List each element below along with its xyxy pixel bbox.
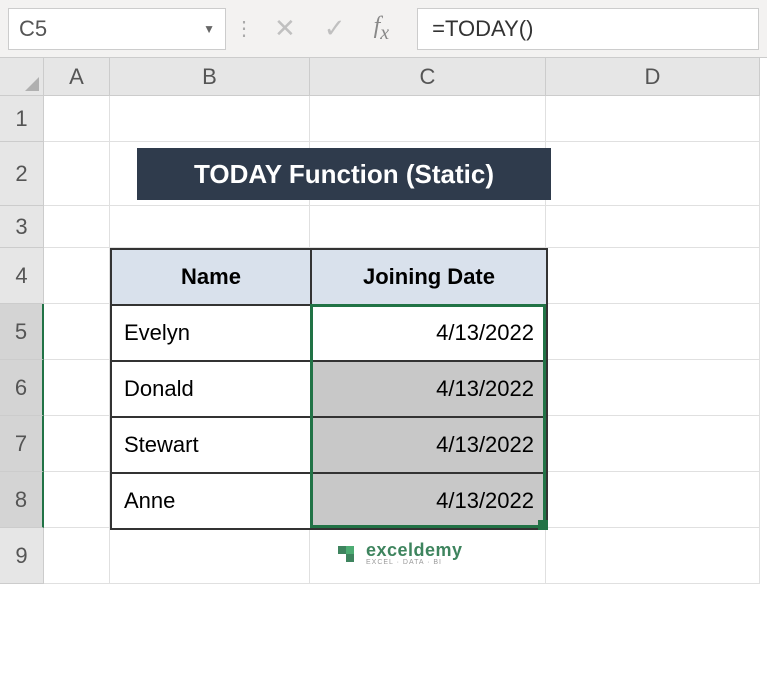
grid-body[interactable]: TODAY Function (Static) Name Joining Dat…	[44, 96, 760, 584]
formula-input[interactable]: =TODAY()	[417, 8, 759, 50]
fx-icon[interactable]: fx	[374, 13, 390, 45]
table-row: Stewart 4/13/2022	[111, 417, 547, 473]
table-row: Anne 4/13/2022	[111, 473, 547, 529]
cell-date[interactable]: 4/13/2022	[311, 361, 547, 417]
row-header-8[interactable]: 8	[0, 472, 44, 528]
table-row: Evelyn 4/13/2022	[111, 305, 547, 361]
watermark: exceldemy EXCEL · DATA · BI	[334, 541, 463, 566]
row-header-3[interactable]: 3	[0, 206, 44, 248]
cell-name[interactable]: Donald	[111, 361, 311, 417]
row-header-7[interactable]: 7	[0, 416, 44, 472]
watermark-main: exceldemy	[366, 541, 463, 559]
cancel-icon[interactable]: ✕	[274, 13, 296, 44]
row-header-2[interactable]: 2	[0, 142, 44, 206]
formula-text: =TODAY()	[432, 16, 533, 42]
col-header-c[interactable]: C	[310, 58, 546, 96]
formula-icon-group: ✕ ✓ fx	[260, 13, 403, 45]
formula-bar: C5 ▼ ⋮ ✕ ✓ fx =TODAY()	[0, 0, 767, 58]
row-header-9[interactable]: 9	[0, 528, 44, 584]
sheet-area: A B C D 1 2 3 4 5 6 7 8 9	[0, 58, 767, 584]
row-header-1[interactable]: 1	[0, 96, 44, 142]
cell-name[interactable]: Stewart	[111, 417, 311, 473]
row-header-5[interactable]: 5	[0, 304, 44, 360]
select-all-corner[interactable]	[0, 58, 44, 96]
row-header-4[interactable]: 4	[0, 248, 44, 304]
watermark-sub: EXCEL · DATA · BI	[366, 559, 463, 566]
col-header-a[interactable]: A	[44, 58, 110, 96]
data-table: Name Joining Date Evelyn 4/13/2022 Donal…	[110, 248, 548, 530]
col-header-d[interactable]: D	[546, 58, 760, 96]
chevron-down-icon[interactable]: ▼	[203, 22, 215, 36]
cell-name[interactable]: Anne	[111, 473, 311, 529]
name-box-value: C5	[19, 16, 47, 42]
cell-date[interactable]: 4/13/2022	[311, 473, 547, 529]
col-header-b[interactable]: B	[110, 58, 310, 96]
cell-name[interactable]: Evelyn	[111, 305, 311, 361]
row-headers: 1 2 3 4 5 6 7 8 9	[0, 96, 44, 584]
cell-date[interactable]: 4/13/2022	[311, 417, 547, 473]
row-header-6[interactable]: 6	[0, 360, 44, 416]
column-headers: A B C D	[44, 58, 760, 96]
table-header-name[interactable]: Name	[111, 249, 311, 305]
table-row: Donald 4/13/2022	[111, 361, 547, 417]
cell-date[interactable]: 4/13/2022	[311, 305, 547, 361]
page-title: TODAY Function (Static)	[137, 148, 551, 200]
divider-icon: ⋮	[232, 8, 254, 50]
name-box[interactable]: C5 ▼	[8, 8, 226, 50]
table-header-date[interactable]: Joining Date	[311, 249, 547, 305]
exceldemy-logo-icon	[334, 542, 358, 566]
check-icon[interactable]: ✓	[324, 13, 346, 44]
